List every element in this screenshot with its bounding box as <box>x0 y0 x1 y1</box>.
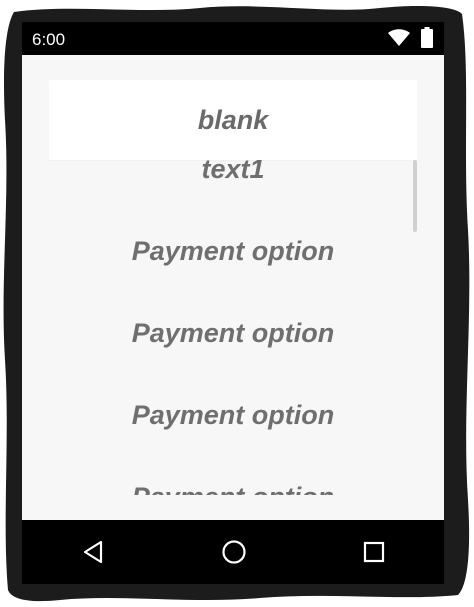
picker-scrollbar[interactable] <box>413 160 417 232</box>
picker-selected-label: blank <box>197 104 269 135</box>
recents-icon[interactable] <box>363 541 385 563</box>
battery-icon <box>421 27 433 48</box>
phone-screen: 6:00 text1 Payment option Payment option… <box>22 22 444 584</box>
picker-item-payment-option[interactable]: Payment option <box>49 292 417 374</box>
picker-item-payment-option[interactable]: Payment option <box>49 456 417 496</box>
wifi-icon <box>388 29 410 46</box>
picker-list[interactable]: text1 Payment option Payment option Paym… <box>49 128 417 496</box>
picker-item-payment-option[interactable]: Payment option <box>49 374 417 456</box>
picker-selected-header[interactable]: blank <box>49 80 417 160</box>
status-bar: 6:00 <box>22 22 444 55</box>
status-time: 6:00 <box>32 30 66 49</box>
home-icon[interactable] <box>221 539 247 565</box>
navigation-bar <box>22 520 444 584</box>
picker-item-payment-option[interactable]: Payment option <box>49 210 417 292</box>
back-icon[interactable] <box>82 540 104 564</box>
app-content: text1 Payment option Payment option Paym… <box>22 55 444 520</box>
